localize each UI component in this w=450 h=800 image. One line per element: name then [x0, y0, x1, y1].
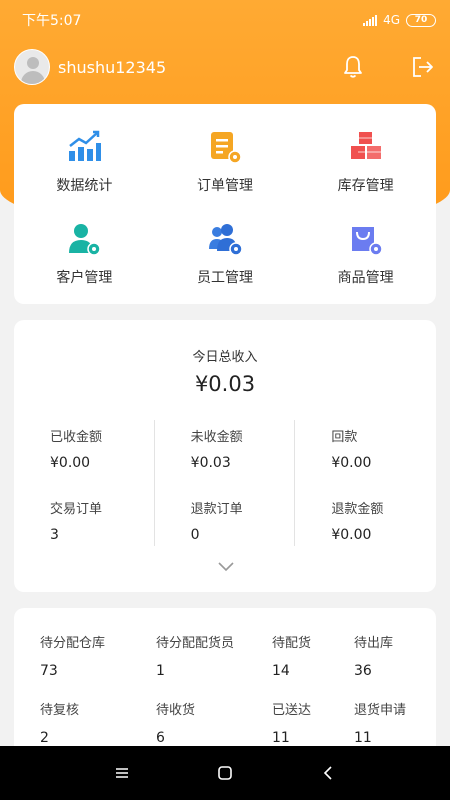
- chart-icon: [69, 130, 102, 161]
- status-time: 下午5:07: [22, 13, 82, 29]
- menu-label: 数据统计: [56, 178, 113, 194]
- network-type: 4G: [383, 13, 400, 27]
- menu-item-products[interactable]: 商品管理: [295, 208, 436, 300]
- stat-value: ¥0.00: [50, 455, 91, 471]
- order-value: 11: [272, 730, 290, 746]
- bell-icon[interactable]: [340, 54, 366, 80]
- order-value: 36: [354, 663, 372, 679]
- product-icon: [351, 227, 383, 256]
- stat-refund-orders[interactable]: 退款订单 0: [191, 492, 296, 564]
- menu-item-orders[interactable]: 订单管理: [155, 116, 296, 208]
- status-indicators: 4G 70: [363, 13, 436, 27]
- order-value: 11: [354, 730, 372, 746]
- stat-trade-orders[interactable]: 交易订单 3: [50, 492, 155, 564]
- stat-label: 退款订单: [190, 502, 243, 517]
- menu-label: 商品管理: [337, 270, 394, 286]
- stat-value: ¥0.03: [190, 455, 231, 471]
- order-label: 待配货: [272, 636, 312, 651]
- order-value: 14: [272, 663, 290, 679]
- order-status-item[interactable]: 退货申请 11: [354, 699, 444, 746]
- stat-label: 未收金额: [190, 430, 243, 445]
- stat-value: ¥0.00: [331, 455, 372, 471]
- chevron-down-icon[interactable]: [217, 560, 235, 572]
- logout-icon[interactable]: [410, 54, 436, 80]
- order-status-item[interactable]: 待分配配货员 1: [156, 632, 272, 679]
- menu-label: 库存管理: [337, 178, 394, 194]
- order-label: 待分配仓库: [40, 636, 106, 651]
- income-card: 今日总收入 ¥0.03 已收金额 ¥0.00 交易订单 3 未收金额 ¥0.03…: [14, 320, 436, 592]
- username: shushu12345: [58, 57, 167, 77]
- staff-icon: [208, 224, 243, 256]
- menu-label: 员工管理: [196, 270, 253, 286]
- income-title: 今日总收入: [192, 350, 258, 365]
- stat-label: 交易订单: [50, 502, 103, 517]
- menu-item-customers[interactable]: 客户管理: [14, 208, 155, 300]
- signal-icon: [363, 14, 378, 26]
- battery-icon: 70: [406, 13, 436, 27]
- order-label: 待收货: [156, 703, 196, 718]
- inventory-icon: [350, 132, 381, 159]
- order-label: 待出库: [354, 636, 394, 651]
- order-label: 退货申请: [354, 703, 407, 718]
- order-label: 待复核: [40, 703, 80, 718]
- stat-received[interactable]: 已收金额 ¥0.00: [50, 420, 155, 492]
- order-status-item[interactable]: 待配货 14: [272, 632, 354, 679]
- stat-unreceived[interactable]: 未收金额 ¥0.03: [191, 420, 296, 492]
- order-value: 2: [40, 730, 49, 746]
- home-icon[interactable]: [213, 761, 237, 785]
- system-nav-bar: [0, 746, 450, 800]
- stat-payback[interactable]: 回款 ¥0.00: [331, 420, 436, 492]
- order-status-grid: 待分配仓库 73 待分配配货员 1 待配货 14 待出库 36 待复核 2 待收货 6 已送…: [40, 632, 426, 746]
- menu-item-data-stats[interactable]: 数据统计: [14, 116, 155, 208]
- order-status-item[interactable]: 待出库 36: [354, 632, 444, 679]
- back-icon[interactable]: [316, 761, 340, 785]
- order-status-item[interactable]: 待收货 6: [156, 699, 272, 746]
- menu-item-staff[interactable]: 员工管理: [155, 208, 296, 300]
- order-value: 1: [156, 663, 165, 679]
- order-label: 待分配配货员: [156, 636, 235, 651]
- stat-label: 回款: [331, 430, 358, 445]
- stat-refund-amount[interactable]: 退款金额 ¥0.00: [331, 492, 436, 564]
- status-bar: 下午5:07 4G 70: [0, 0, 450, 40]
- order-status-item[interactable]: 已送达 11: [272, 699, 354, 746]
- menu-card: 数据统计 订单管理 库存管理 客户管理 员工管理 商品管理: [14, 104, 436, 304]
- order-value: 6: [156, 730, 165, 746]
- stat-value: ¥0.00: [331, 527, 372, 543]
- income-total: ¥0.03: [194, 372, 256, 396]
- menu-item-inventory[interactable]: 库存管理: [295, 116, 436, 208]
- income-stats: 已收金额 ¥0.00 交易订单 3 未收金额 ¥0.03 退款订单 0 回款 ¥…: [14, 420, 436, 564]
- stat-value: 3: [50, 527, 59, 543]
- order-status-item[interactable]: 待复核 2: [40, 699, 156, 746]
- avatar[interactable]: [14, 49, 50, 85]
- order-value: 73: [40, 663, 58, 679]
- order-label: 已送达: [272, 703, 312, 718]
- menu-label: 客户管理: [56, 270, 113, 286]
- customer-icon: [69, 224, 102, 256]
- order-icon: [210, 132, 242, 164]
- stat-label: 退款金额: [331, 502, 384, 517]
- menu-label: 订单管理: [196, 178, 253, 194]
- stat-value: 0: [190, 527, 200, 543]
- stat-label: 已收金额: [50, 430, 103, 445]
- menu-icon[interactable]: [110, 761, 134, 785]
- order-status-item[interactable]: 待分配仓库 73: [40, 632, 156, 679]
- top-bar: shushu12345: [0, 44, 450, 90]
